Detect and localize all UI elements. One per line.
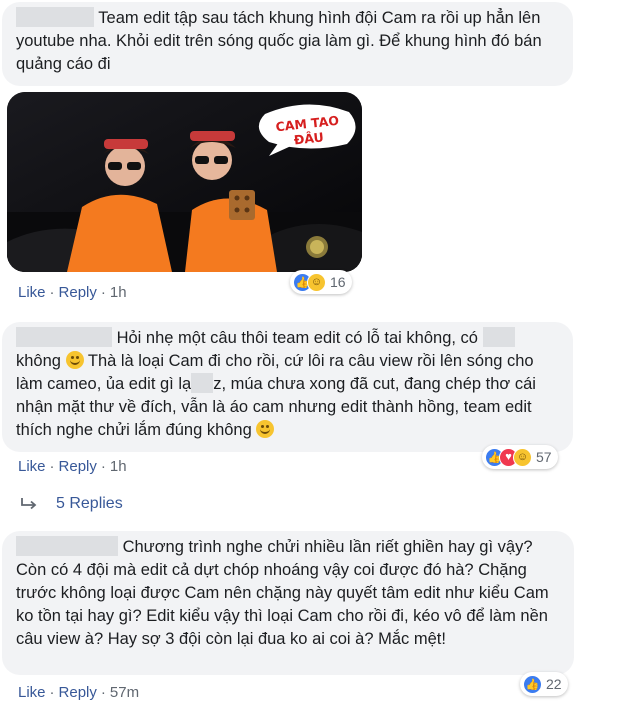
reactions-summary-3[interactable]: 👍 22 (520, 672, 568, 696)
redacted-author-name (16, 536, 118, 556)
like-icon: 👍 (523, 674, 542, 694)
redacted-author-name (16, 327, 112, 347)
redacted-word (191, 373, 214, 393)
redacted-word (482, 327, 515, 347)
reply-button[interactable]: Reply (59, 684, 97, 701)
smile-emoji-icon (65, 351, 84, 369)
comment-bubble-2: Hỏi nhẹ một câu thôi team edit có lỗ tai… (2, 322, 573, 452)
like-button[interactable]: Like (18, 284, 46, 301)
comment-text-part-1: Hỏi nhẹ một câu thôi team edit có lỗ tai… (116, 329, 478, 347)
comment-bubble-3: Chương trình nghe chửi nhiều lần riết gh… (2, 531, 574, 675)
comment-actions-3: Like · Reply · 57m (18, 684, 140, 701)
comment-actions-1: Like · Reply · 1h (18, 284, 127, 301)
reply-button[interactable]: Reply (59, 458, 97, 475)
like-button[interactable]: Like (18, 458, 46, 475)
reactions-summary-2[interactable]: 👍 ♥ ☺ 57 (482, 445, 558, 469)
comment-actions-2: Like · Reply · 1h (18, 458, 127, 475)
reaction-count: 22 (546, 676, 562, 692)
reply-arrow-icon (21, 498, 37, 510)
timestamp[interactable]: 57m (110, 684, 139, 701)
reactions-summary-1[interactable]: 👍 ☺ 16 (290, 270, 352, 294)
timestamp[interactable]: 1h (110, 458, 127, 475)
smile-emoji-icon (256, 420, 275, 438)
haha-icon: ☺ (513, 447, 532, 467)
reply-button[interactable]: Reply (59, 284, 97, 301)
view-replies-link[interactable]: 5 Replies (20, 495, 123, 513)
haha-icon: ☺ (307, 272, 326, 292)
reaction-count: 16 (330, 274, 346, 290)
comment-text: Team edit tập sau tách khung hình đội Ca… (16, 9, 542, 73)
comment-photo[interactable]: CAM TAO ĐÂU (7, 92, 362, 272)
redacted-author-name (16, 7, 94, 27)
reaction-count: 57 (536, 449, 552, 465)
timestamp[interactable]: 1h (110, 284, 127, 301)
replies-count-label[interactable]: 5 Replies (56, 495, 123, 513)
like-button[interactable]: Like (18, 684, 46, 701)
comment-text-part-2: không (16, 352, 61, 370)
comment-bubble-1: Team edit tập sau tách khung hình đội Ca… (2, 2, 573, 86)
